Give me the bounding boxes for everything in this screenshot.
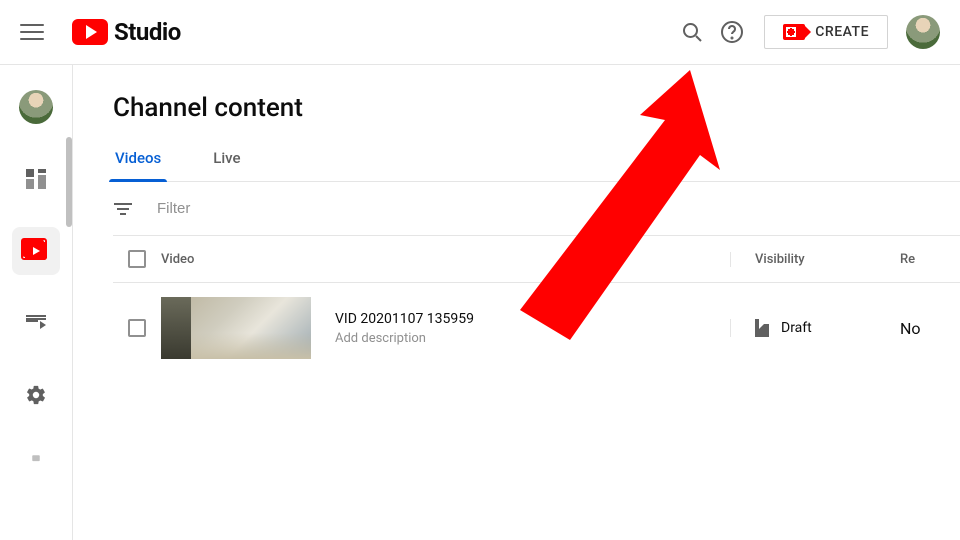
- select-all-checkbox[interactable]: [128, 250, 146, 268]
- sidebar: [0, 65, 72, 540]
- menu-icon[interactable]: [20, 20, 44, 44]
- create-camera-icon: [783, 24, 805, 40]
- column-header-restrictions[interactable]: Re: [900, 252, 960, 267]
- draft-icon: [755, 319, 769, 337]
- channel-avatar-icon: [19, 90, 53, 124]
- content-tabs: Videos Live: [113, 149, 960, 182]
- gear-icon: [25, 384, 47, 406]
- sidebar-item-settings[interactable]: [12, 371, 60, 419]
- sidebar-item-channel[interactable]: [12, 83, 60, 131]
- content-icon: [25, 242, 47, 260]
- video-description-placeholder[interactable]: Add description: [335, 331, 474, 346]
- filter-bar: [113, 182, 960, 236]
- playlist-icon: [26, 315, 46, 331]
- video-meta: VID 20201107 135959 Add description: [335, 311, 474, 346]
- tab-live[interactable]: Live: [211, 149, 242, 181]
- sidebar-item-content[interactable]: [12, 227, 60, 275]
- filter-input[interactable]: [157, 200, 960, 217]
- column-header-visibility[interactable]: Visibility: [730, 252, 900, 267]
- filter-icon[interactable]: [113, 203, 133, 215]
- visibility-cell[interactable]: Draft: [730, 319, 900, 337]
- help-icon[interactable]: [712, 12, 752, 52]
- video-title[interactable]: VID 20201107 135959: [335, 311, 474, 327]
- sidebar-scrollbar[interactable]: [66, 137, 72, 227]
- main-panel: Channel content Videos Live Video Visibi…: [72, 65, 960, 540]
- visibility-label: Draft: [781, 320, 812, 336]
- feedback-icon: [26, 454, 46, 464]
- video-thumbnail[interactable]: [161, 297, 311, 359]
- column-header-video[interactable]: Video: [161, 252, 730, 267]
- restrictions-cell: No: [900, 319, 960, 338]
- sidebar-item-feedback[interactable]: [12, 435, 60, 483]
- youtube-play-icon: [72, 19, 108, 45]
- dashboard-icon: [26, 169, 46, 189]
- create-button-label: CREATE: [815, 24, 869, 40]
- sidebar-item-dashboard[interactable]: [12, 155, 60, 203]
- search-icon[interactable]: [672, 12, 712, 52]
- app-header: Studio CREATE: [0, 0, 960, 64]
- account-avatar[interactable]: [906, 15, 940, 49]
- page-title: Channel content: [113, 93, 960, 123]
- sidebar-item-playlists[interactable]: [12, 299, 60, 347]
- create-button[interactable]: CREATE: [764, 15, 888, 49]
- row-checkbox[interactable]: [128, 319, 146, 337]
- table-row[interactable]: VID 20201107 135959 Add description Draf…: [113, 283, 960, 373]
- logo-text: Studio: [114, 18, 181, 46]
- studio-logo[interactable]: Studio: [72, 18, 181, 46]
- table-header: Video Visibility Re: [113, 236, 960, 283]
- tab-videos[interactable]: Videos: [113, 149, 163, 181]
